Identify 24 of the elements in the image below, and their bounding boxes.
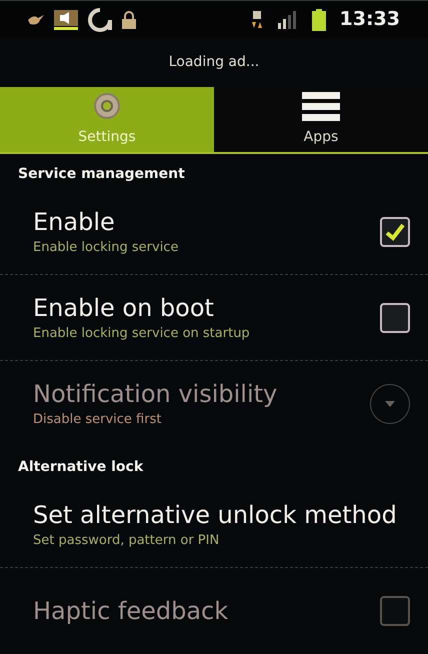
setting-summary: Enable locking service bbox=[33, 238, 178, 257]
bird-icon bbox=[28, 14, 44, 26]
battery-icon bbox=[312, 8, 326, 31]
lock-icon bbox=[122, 10, 136, 29]
speaker-icon bbox=[54, 10, 78, 30]
setting-summary: Disable service first bbox=[33, 411, 162, 430]
setting-summary: Enable locking service on startup bbox=[33, 324, 250, 343]
clock: 13:33 bbox=[340, 7, 400, 32]
setting-title[interactable]: Enable on boot bbox=[33, 292, 250, 324]
section-header: Alternative lock bbox=[17, 458, 144, 477]
section-header: Service management bbox=[17, 165, 186, 184]
setting-title[interactable]: Set alternative unlock method bbox=[33, 498, 397, 531]
checkmark-icon bbox=[385, 222, 405, 240]
menu-icon bbox=[302, 91, 340, 122]
setting-title[interactable]: Enable bbox=[33, 206, 178, 238]
checkbox[interactable] bbox=[380, 302, 410, 332]
caret-icon bbox=[385, 401, 395, 407]
ad-loading-text: Loading ad... bbox=[168, 53, 260, 72]
network-icon bbox=[250, 10, 264, 29]
ring-icon bbox=[88, 8, 112, 32]
gear-icon bbox=[92, 91, 122, 122]
checkbox[interactable] bbox=[380, 216, 410, 246]
signal-icon bbox=[278, 10, 298, 29]
setting-summary: Set password, pattern or PIN bbox=[33, 532, 220, 550]
